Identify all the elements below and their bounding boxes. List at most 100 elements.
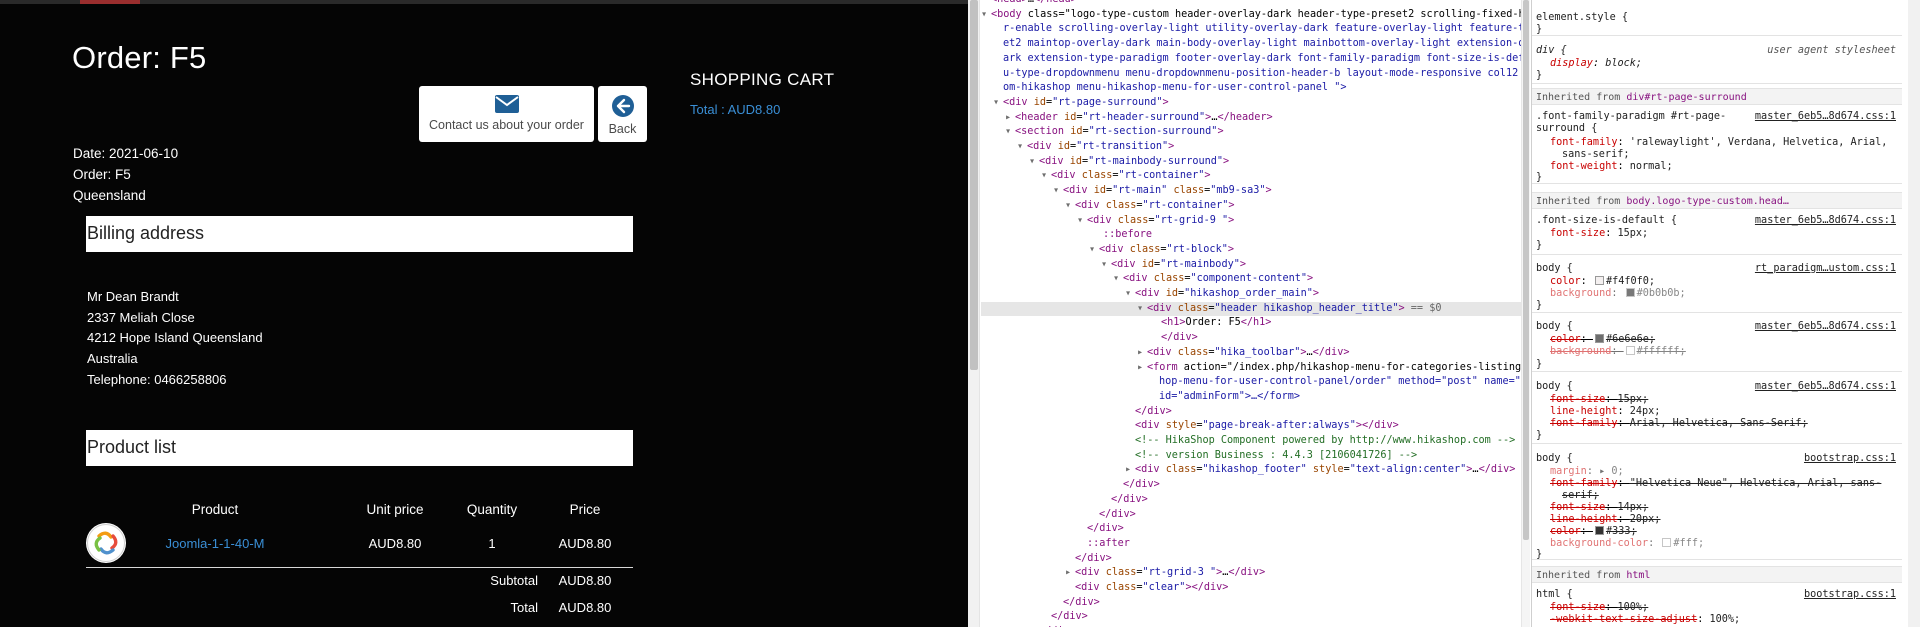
dom-node[interactable]: ▾ <div class="component-content"> [981, 272, 1521, 287]
rule4-val-background[interactable]: #ffffff; [1637, 346, 1686, 357]
rule1-prop-font-weight[interactable]: font-weight [1550, 161, 1617, 172]
rule5-prop-line-height[interactable]: line-height [1550, 406, 1617, 417]
dom-node[interactable]: <h1>Order: F5</h1> [981, 316, 1521, 331]
dom-node[interactable]: ::after [981, 537, 1521, 552]
rule4-prop-color[interactable]: color [1550, 334, 1581, 345]
rule5-prop-font-size[interactable]: font-size [1550, 394, 1605, 405]
rule2-source-link[interactable]: master_6eb5…8d674.css:1 [1755, 214, 1896, 227]
contact-us-button[interactable]: Contact us about your order [419, 86, 594, 142]
dom-node[interactable]: ▸ <header id="rt-header-surround">…</head… [981, 111, 1521, 126]
rule7-val-text-size-adjust[interactable]: 100%; [1709, 614, 1740, 625]
rule6-prop-font-size[interactable]: font-size [1550, 502, 1605, 513]
dom-node[interactable]: ▸ <div class="hika_toolbar">…</div> [981, 346, 1521, 361]
dom-node[interactable]: ▾ <div id="hikashop_order_main"> [981, 287, 1521, 302]
rule6-val-color[interactable]: #333; [1606, 526, 1637, 537]
rule7-prop-text-size-adjust[interactable]: -webkit-text-size-adjust [1550, 614, 1697, 625]
rule3-source-link[interactable]: rt_paradigm…ustom.css:1 [1755, 262, 1896, 275]
color-swatch[interactable] [1594, 526, 1604, 535]
body-color-overridden-rule[interactable]: body { master_6eb5…8d674.css:1 color: #6… [1532, 316, 1902, 372]
rule6-val-font-size[interactable]: 14px; [1617, 502, 1648, 513]
body-color-rule[interactable]: body { rt_paradigm…ustom.css:1 color: #f… [1532, 258, 1902, 313]
styles-scrollbar[interactable] [1908, 0, 1920, 627]
dom-node[interactable]: ▾ <div id="rt-page-surround"> [981, 96, 1521, 111]
dom-node[interactable]: </div> [981, 405, 1521, 420]
dom-node[interactable]: ▸ <div class="hikashop_footer" style="tex… [981, 463, 1521, 478]
body-font-rule[interactable]: body { master_6eb5…8d674.css:1 font-size… [1532, 376, 1902, 444]
color-swatch[interactable] [1594, 276, 1604, 285]
collapsed-triangle-icon[interactable]: ▸ [1125, 463, 1135, 478]
cart-total-link[interactable]: Total : AUD8.80 [690, 102, 780, 117]
dom-node[interactable]: <div style="page-break-after:always"></d… [981, 419, 1521, 434]
rule6-prop-color[interactable]: color [1550, 526, 1581, 537]
bootstrap-body-rule[interactable]: body { bootstrap.css:1 margin: ▸ 0; font… [1532, 448, 1902, 560]
collapsed-triangle-icon[interactable]: ▸ [1065, 566, 1075, 581]
expand-triangle-icon[interactable]: ▾ [1053, 184, 1063, 199]
dom-node[interactable]: ark extension-type-paradigm footer-overl… [981, 52, 1521, 67]
product-name-link[interactable]: Joomla-1-1-40-M [166, 536, 265, 551]
dom-node[interactable]: </div> [981, 610, 1521, 625]
expand-triangle-icon[interactable]: ▾ [1041, 169, 1051, 184]
expand-triangle-icon[interactable]: ▾ [1137, 302, 1147, 317]
color-swatch[interactable] [1662, 538, 1672, 547]
dom-node[interactable]: ▾ <body class="logo-type-custom header-ov… [981, 8, 1521, 23]
rule5-source-link[interactable]: master_6eb5…8d674.css:1 [1755, 380, 1896, 393]
expand-triangle-icon[interactable]: ▾ [993, 96, 1003, 111]
dom-node[interactable]: ▾ <div id="rt-main" class="mb9-sa3"> [981, 184, 1521, 199]
rule4-prop-background[interactable]: background [1550, 346, 1611, 357]
collapsed-triangle-icon[interactable]: ▸ [1005, 111, 1015, 126]
dom-node[interactable]: r-enable scrolling-overlay-light utility… [981, 22, 1521, 37]
expand-triangle-icon[interactable]: ▾ [1125, 287, 1135, 302]
dom-node[interactable]: ▾ <section id="rt-section-surround"> [981, 125, 1521, 140]
html-rule[interactable]: html { bootstrap.css:1 font-size: 100%; … [1532, 584, 1902, 627]
rule5-val-font-family[interactable]: Arial, Helvetica, Sans-Serif; [1630, 418, 1808, 429]
rule1-source-link[interactable]: master_6eb5…8d674.css:1 [1755, 110, 1896, 123]
dom-node-selected[interactable]: ▾ <div class="header hikashop_header_titl… [981, 301, 1521, 317]
collapsed-triangle-icon[interactable]: ▸ [1137, 361, 1147, 376]
expand-triangle-icon[interactable]: ▾ [981, 8, 991, 23]
rule2-prop[interactable]: font-size [1550, 228, 1605, 239]
expand-triangle-icon[interactable]: ▾ [1089, 243, 1099, 258]
rule3-prop-background[interactable]: background [1550, 288, 1611, 299]
rule6-source-link[interactable]: bootstrap.css:1 [1804, 452, 1896, 465]
rule1-val-font-weight[interactable]: normal; [1630, 161, 1673, 172]
expand-triangle-icon[interactable]: ▾ [1029, 155, 1039, 170]
rule6-prop-font-family[interactable]: font-family [1550, 478, 1617, 489]
elements-scrollbar[interactable] [1521, 0, 1530, 627]
dom-node[interactable]: </div> [981, 331, 1521, 346]
dom-node[interactable]: ▾ <div class="rt-grid-9 "> [981, 214, 1521, 229]
rule6-val-margin[interactable]: 0; [1611, 466, 1623, 477]
rule1-val-font-family[interactable]: 'ralewaylight', Verdana, Helvetica, Aria… [1630, 137, 1888, 148]
rule5-val-line-height[interactable]: 24px; [1630, 406, 1661, 417]
dom-node[interactable]: </div> [981, 552, 1521, 567]
user-agent-rule[interactable]: div { user agent stylesheet display: blo… [1532, 40, 1902, 84]
dom-node[interactable]: u-type-dropdownmenu menu-dropdownmenu-po… [981, 67, 1521, 82]
dom-node[interactable]: ▾ <div id="rt-transition"> [981, 140, 1521, 155]
dom-node[interactable]: om-hikashop menu-hikashop-menu-for-user-… [981, 81, 1521, 96]
dom-node[interactable]: </div> [981, 522, 1521, 537]
expand-triangle-icon[interactable]: ▾ [1017, 140, 1027, 155]
inherited-source-link[interactable]: html [1626, 570, 1650, 581]
expand-triangle-icon[interactable]: ▾ [1101, 258, 1111, 273]
rule7-val-font-size[interactable]: 100%; [1617, 602, 1648, 613]
dom-node[interactable]: ▾ <div class="rt-container"> [981, 199, 1521, 214]
expand-triangle-icon[interactable]: ▾ [1113, 272, 1123, 287]
rule1-prop-font-family[interactable]: font-family [1550, 137, 1617, 148]
dom-node[interactable]: ::before [981, 228, 1521, 243]
rule6-val-background-color[interactable]: #fff; [1673, 538, 1704, 549]
element-style-rule[interactable]: element.style { } [1532, 0, 1902, 36]
rule7-prop-font-size[interactable]: font-size [1550, 602, 1605, 613]
dom-node[interactable]: ▸ <div class="rt-grid-3 ">…</div> [981, 566, 1521, 581]
font-size-rule[interactable]: .font-size-is-default { master_6eb5…8d67… [1532, 210, 1902, 255]
dom-node[interactable]: </div> [981, 478, 1521, 493]
expand-triangle-icon[interactable]: ▾ [1065, 199, 1075, 214]
rule5-prop-font-family[interactable]: font-family [1550, 418, 1617, 429]
elements-scrollbar-thumb[interactable] [1523, 0, 1529, 540]
dom-node[interactable]: id="adminForm">…</form> [981, 390, 1521, 405]
color-swatch[interactable] [1625, 346, 1635, 355]
page-scrollbar-thumb[interactable] [970, 0, 978, 370]
dom-node[interactable]: <!-- HikaShop Component powered by http:… [981, 434, 1521, 449]
dom-node[interactable]: <head>…</head> [981, 0, 1521, 8]
site-logo[interactable] [80, 0, 140, 4]
dom-node[interactable]: <div class="clear"></div> [981, 581, 1521, 596]
dom-node[interactable]: </div> [981, 596, 1521, 611]
